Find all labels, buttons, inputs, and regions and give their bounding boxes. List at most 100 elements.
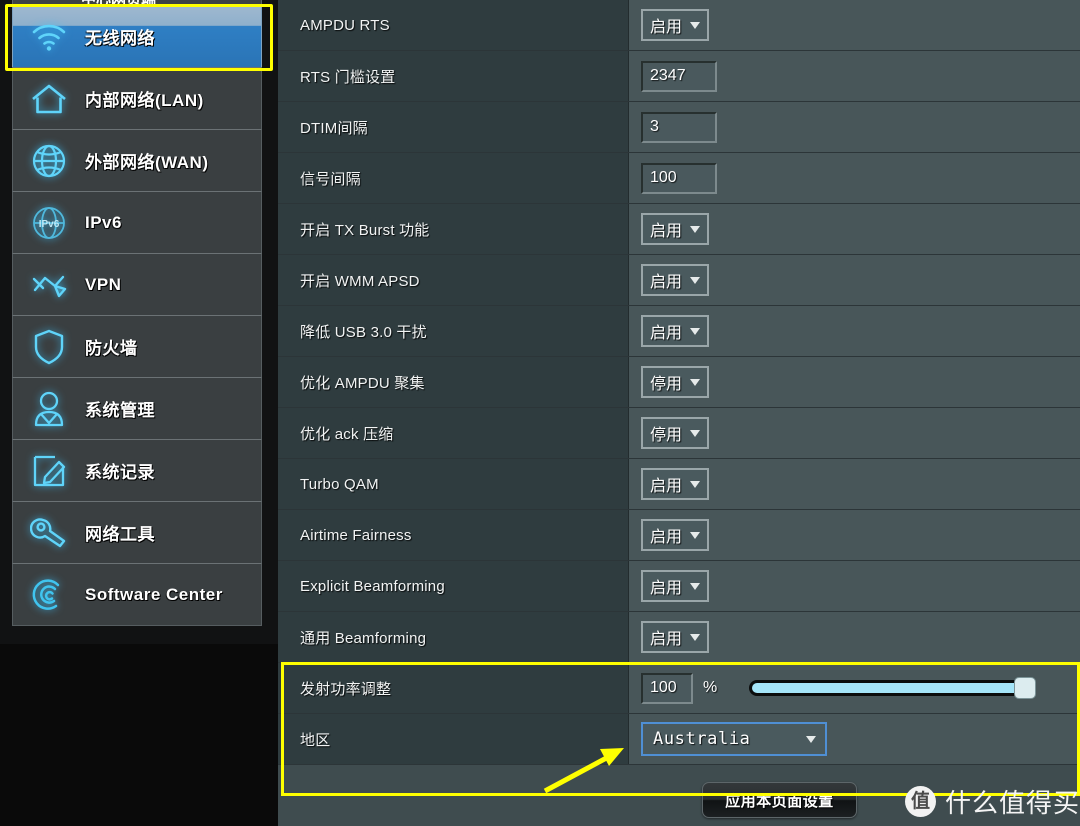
- sidebar-nav-list: 中心网页端 无线网络: [12, 0, 262, 626]
- table-row: 通用 Beamforming 启用: [278, 612, 1080, 663]
- sidebar-item-wireless[interactable]: 无线网络: [12, 5, 262, 68]
- ampdu-rts-select[interactable]: 启用: [641, 9, 710, 41]
- chevron-down-icon: [690, 327, 701, 335]
- table-row: 降低 USB 3.0 干扰 启用: [278, 306, 1080, 357]
- row-value-cell: 100 %: [629, 663, 1080, 713]
- usb3-interference-select[interactable]: 启用: [641, 315, 710, 347]
- table-row: DTIM间隔 3: [278, 102, 1080, 153]
- ack-compression-select[interactable]: 停用: [641, 417, 710, 449]
- chevron-down-icon: [690, 21, 701, 29]
- tx-power-input[interactable]: 100: [641, 672, 693, 704]
- chevron-down-icon: [690, 276, 701, 284]
- airtime-fairness-select[interactable]: 启用: [641, 519, 710, 551]
- select-value: 启用: [650, 223, 683, 240]
- row-label: DTIM间隔: [300, 119, 368, 137]
- sidebar-item-label: 网络工具: [85, 525, 155, 544]
- row-label: 降低 USB 3.0 干扰: [300, 323, 427, 341]
- row-label-cell: Airtime Fairness: [278, 510, 629, 560]
- select-value: Australia: [653, 729, 751, 749]
- table-row-region: 地区 Australia: [278, 714, 1080, 765]
- sidebar-item-label: 内部网络(LAN): [85, 91, 204, 110]
- row-label: AMPDU RTS: [300, 16, 390, 34]
- svg-text:IPv6: IPv6: [39, 219, 60, 230]
- row-label-cell: DTIM间隔: [278, 102, 629, 152]
- tx-burst-select[interactable]: 启用: [641, 213, 710, 245]
- input-value: 100: [650, 679, 677, 696]
- table-row: Turbo QAM 启用: [278, 459, 1080, 510]
- dtim-interval-input[interactable]: 3: [641, 111, 717, 143]
- chevron-down-icon: [690, 582, 701, 590]
- table-row: 优化 ack 压缩 停用: [278, 408, 1080, 459]
- user-admin-icon: [13, 390, 85, 428]
- beacon-interval-input[interactable]: 100: [641, 162, 717, 194]
- watermark-text: 什么值得买: [945, 788, 1080, 818]
- explicit-beamforming-select[interactable]: 启用: [641, 570, 710, 602]
- vpn-key-icon: [13, 269, 85, 301]
- select-value: 启用: [650, 631, 683, 648]
- row-label-cell: AMPDU RTS: [278, 0, 629, 50]
- sidebar-item-label: 系统记录: [85, 463, 155, 482]
- chevron-down-icon: [690, 531, 701, 539]
- sidebar-item-vpn[interactable]: VPN: [12, 253, 262, 316]
- row-label: Turbo QAM: [300, 475, 379, 493]
- tx-power-slider[interactable]: [749, 677, 1037, 699]
- row-label: 通用 Beamforming: [300, 629, 427, 647]
- sidebar-item-system-admin[interactable]: 系统管理: [12, 377, 262, 440]
- ampdu-aggregation-select[interactable]: 停用: [641, 366, 710, 398]
- slider-fill: [752, 683, 1032, 693]
- table-row: Explicit Beamforming 启用: [278, 561, 1080, 612]
- home-icon: [13, 82, 85, 116]
- row-label: 优化 AMPDU 聚集: [300, 374, 425, 392]
- input-value: 3: [650, 118, 659, 135]
- sidebar-item-network-tools[interactable]: 网络工具: [12, 501, 262, 564]
- region-select[interactable]: Australia: [641, 722, 827, 756]
- turbo-qam-select[interactable]: 启用: [641, 468, 710, 500]
- sidebar-item-lan[interactable]: 内部网络(LAN): [12, 67, 262, 130]
- wmm-apsd-select[interactable]: 启用: [641, 264, 710, 296]
- select-value: 启用: [650, 529, 683, 546]
- apply-settings-button[interactable]: 应用本页面设置: [702, 782, 857, 818]
- sidebar-item-system-log[interactable]: 系统记录: [12, 439, 262, 502]
- sidebar-item-ipv6[interactable]: IPv6 IPv6: [12, 191, 262, 254]
- row-label-cell: 信号间隔: [278, 153, 629, 203]
- sidebar-item-label: VPN: [85, 274, 122, 294]
- sidebar-item-label: 防火墙: [85, 339, 138, 358]
- sidebar-item-label: Software Center: [85, 584, 223, 604]
- row-label-cell: 开启 TX Burst 功能: [278, 204, 629, 254]
- apply-button-label: 应用本页面设置: [725, 792, 834, 810]
- row-label: 地区: [300, 731, 331, 749]
- row-value-cell: 3: [629, 102, 1080, 152]
- row-label-cell: Turbo QAM: [278, 459, 629, 509]
- row-value-cell: 启用: [629, 459, 1080, 509]
- sidebar-item-wan[interactable]: 外部网络(WAN): [12, 129, 262, 192]
- wifi-icon: [13, 21, 85, 53]
- select-value: 停用: [650, 376, 683, 393]
- table-row: AMPDU RTS 启用: [278, 0, 1080, 51]
- sidebar-item-software-center[interactable]: Software Center: [12, 563, 262, 626]
- watermark-logo-icon: 值: [905, 786, 936, 817]
- select-value: 启用: [650, 478, 683, 495]
- select-value: 停用: [650, 427, 683, 444]
- row-label-cell: RTS 门槛设置: [278, 51, 629, 101]
- slider-thumb[interactable]: [1014, 677, 1037, 699]
- shield-icon: [13, 328, 85, 366]
- log-pencil-icon: [13, 453, 85, 489]
- row-label: 发射功率调整: [300, 680, 392, 698]
- rts-threshold-input[interactable]: 2347: [641, 60, 717, 92]
- universal-beamforming-select[interactable]: 启用: [641, 621, 710, 653]
- table-row: 优化 AMPDU 聚集 停用: [278, 357, 1080, 408]
- row-value-cell: 启用: [629, 0, 1080, 50]
- chevron-down-icon: [690, 633, 701, 641]
- row-value-cell: 启用: [629, 612, 1080, 662]
- row-value-cell: Australia: [629, 714, 1080, 764]
- row-value-cell: 停用: [629, 408, 1080, 458]
- sidebar-item-firewall[interactable]: 防火墙: [12, 315, 262, 378]
- row-label-cell: 通用 Beamforming: [278, 612, 629, 662]
- globe-icon: [13, 143, 85, 179]
- select-value: 启用: [650, 19, 683, 36]
- sidebar-item-label: 外部网络(WAN): [85, 153, 209, 172]
- row-value-cell: 100: [629, 153, 1080, 203]
- row-label-cell: 发射功率调整: [278, 663, 629, 713]
- sidebar-item-label: IPv6: [85, 212, 122, 232]
- row-label-cell: 优化 ack 压缩: [278, 408, 629, 458]
